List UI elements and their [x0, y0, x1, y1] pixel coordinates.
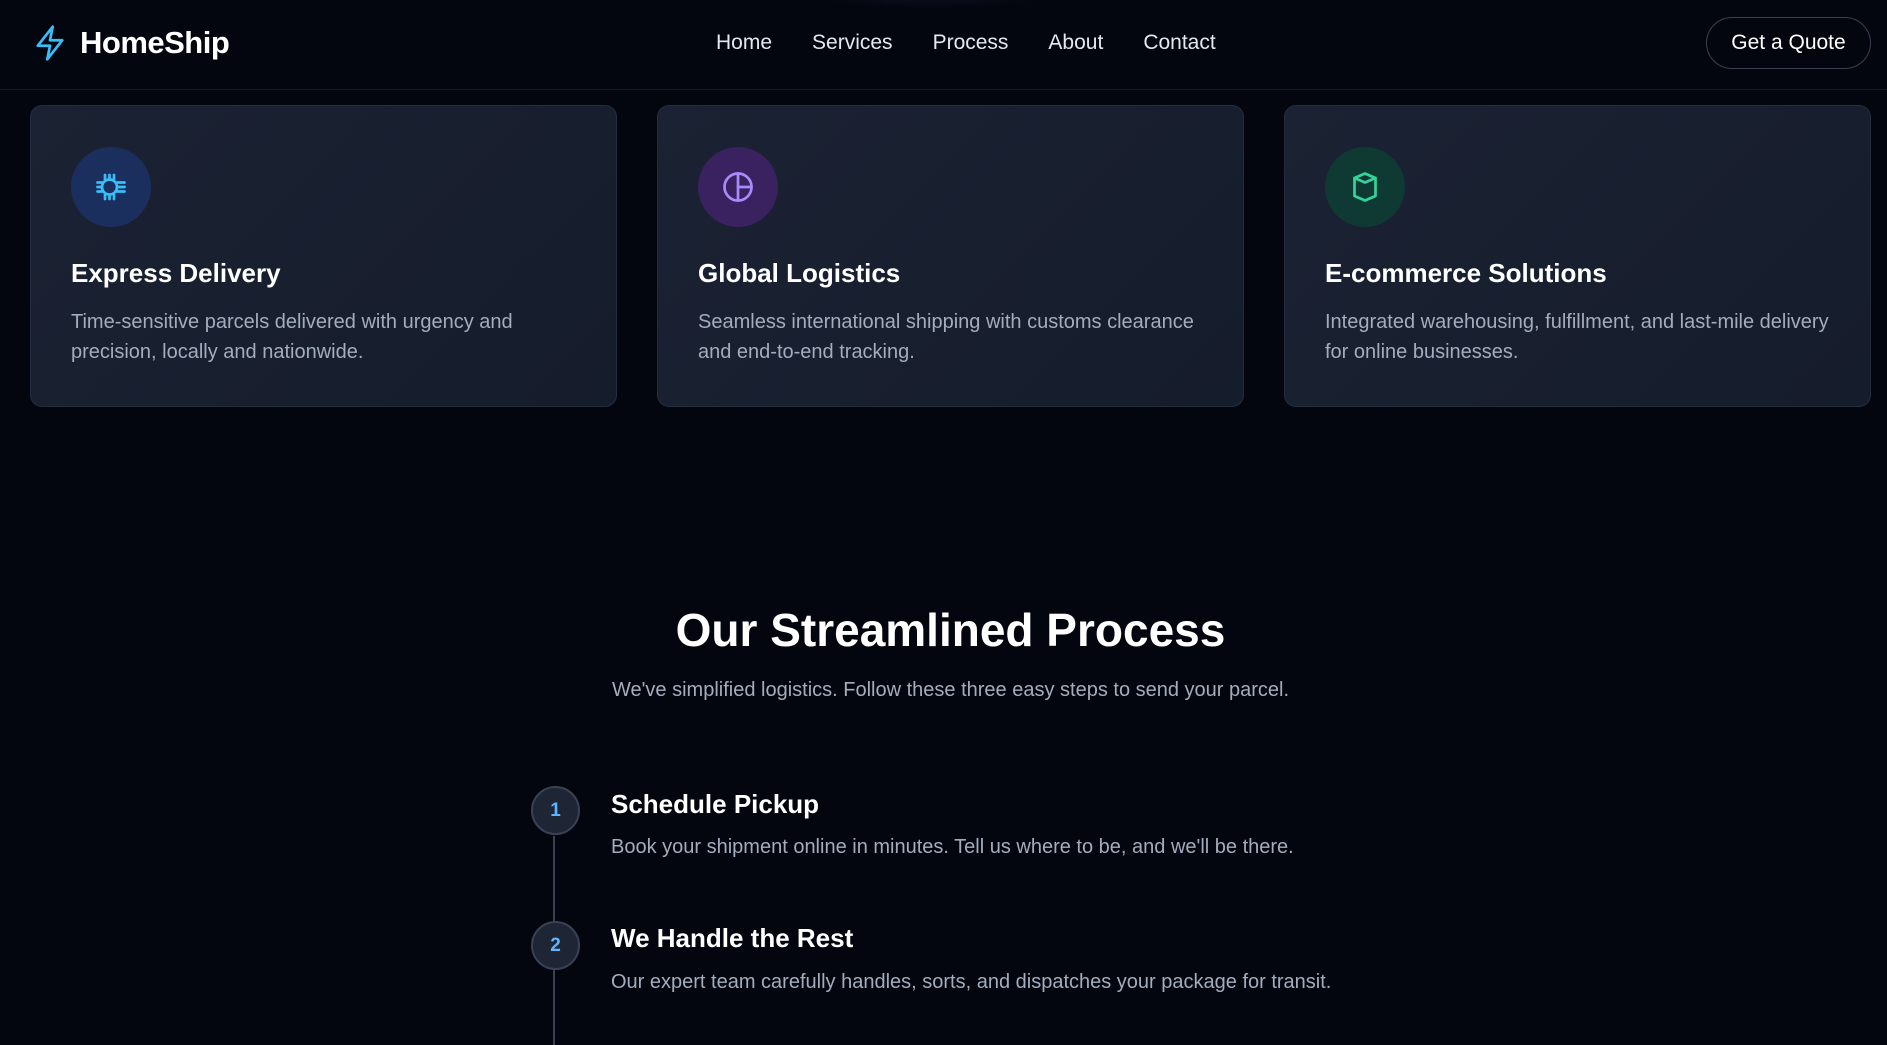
nav-link-about[interactable]: About [1048, 30, 1103, 56]
nav-link-home[interactable]: Home [716, 30, 772, 56]
service-card-express[interactable]: Express Delivery Time-sensitive parcels … [30, 105, 617, 407]
process-title: Our Streamlined Process [675, 604, 1226, 656]
brand-logo[interactable]: HomeShip [33, 24, 230, 62]
nav-links: Home Services Process About Contact [716, 30, 1256, 56]
step-number-badge: 1 [531, 786, 580, 835]
get-quote-button[interactable]: Get a Quote [1706, 17, 1871, 69]
nav-link-services[interactable]: Services [812, 30, 893, 56]
step-number-badge: 2 [531, 921, 580, 970]
service-title: E-commerce Solutions [1325, 258, 1607, 288]
service-description: Integrated warehousing, fulfillment, and… [1325, 311, 1829, 363]
chip-icon [71, 147, 151, 227]
step-description: Our expert team carefully handles, sorts… [611, 971, 1332, 993]
nav-link-process[interactable]: Process [933, 30, 1009, 56]
step-description: Book your shipment online in minutes. Te… [611, 836, 1294, 858]
step-title: We Handle the Rest [611, 923, 854, 953]
box-icon [1325, 147, 1405, 227]
process-subtitle: We've simplified logistics. Follow these… [611, 679, 1290, 701]
brand-name: HomeShip [80, 25, 230, 60]
service-title: Express Delivery [71, 258, 281, 288]
step-title: Schedule Pickup [611, 789, 820, 819]
service-card-ecommerce[interactable]: E-commerce Solutions Integrated warehous… [1284, 105, 1871, 407]
service-description: Time-sensitive parcels delivered with ur… [71, 311, 513, 363]
navbar: HomeShip Home Services Process About Con… [0, 0, 1887, 90]
service-title: Global Logistics [698, 258, 901, 288]
pie-chart-icon [698, 147, 778, 227]
lightning-bolt-icon [36, 25, 64, 61]
top-glow [800, 0, 1060, 10]
service-description: Seamless international shipping with cus… [698, 311, 1194, 363]
nav-link-contact[interactable]: Contact [1143, 30, 1215, 56]
service-card-global[interactable]: Global Logistics Seamless international … [657, 105, 1244, 407]
